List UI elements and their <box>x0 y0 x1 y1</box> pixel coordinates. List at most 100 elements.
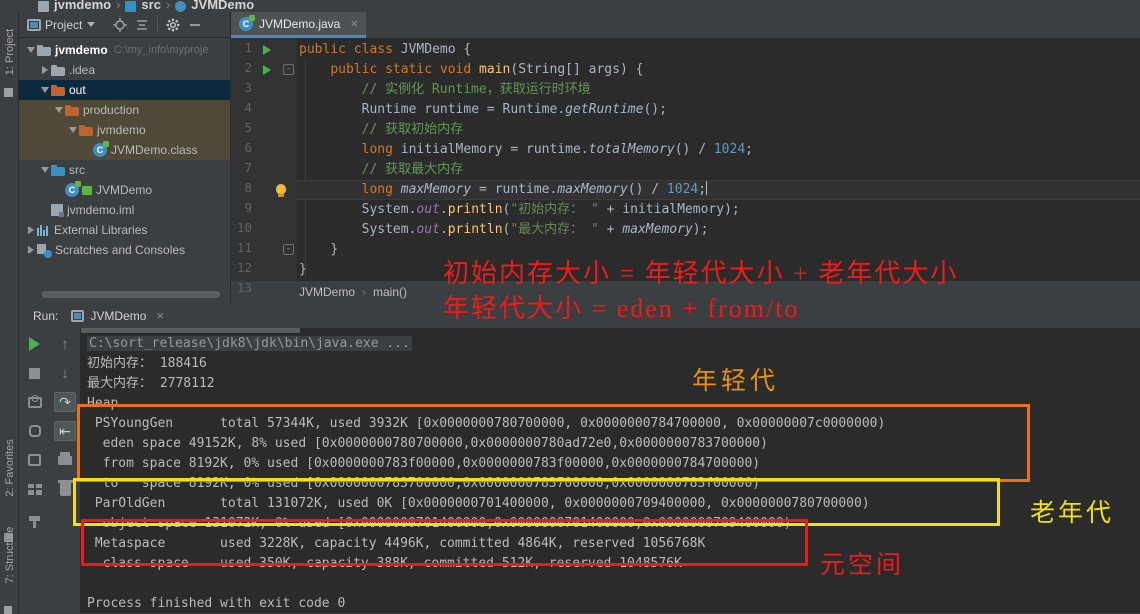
editor-area: C JVMDemo.java × 1 2 3 4 5 6 7 8 9 10 11 12 13- - pub… <box>231 12 1140 303</box>
project-view-selector[interactable]: Project <box>23 14 99 36</box>
locate-icon[interactable] <box>109 14 131 36</box>
layout-icon[interactable] <box>24 479 46 499</box>
console-output[interactable]: C:\sort_release\jdk8\jdk\bin\java.exe ..… <box>81 328 1140 613</box>
tree-item-jvmdemo[interactable]: jvmdemo <box>19 120 230 140</box>
gear-icon[interactable] <box>162 14 184 36</box>
code-editor[interactable]: 1 2 3 4 5 6 7 8 9 10 11 12 13- - public class JVMDemo… <box>231 38 1140 295</box>
fold-toggle-icon[interactable]: - <box>283 244 294 255</box>
pin-icon[interactable] <box>24 512 46 532</box>
tool-button-favorites[interactable]: 2: Favorites <box>4 439 16 497</box>
tree-twisty[interactable] <box>66 127 79 133</box>
code-line[interactable]: System.out.println("最大内存： " + maxMemory)… <box>299 220 709 240</box>
tree-item-production[interactable]: production <box>19 100 230 120</box>
java-class-icon <box>175 1 187 12</box>
tree-item-out[interactable]: out <box>19 80 230 100</box>
console-line: from space 8192K, 0% used [0x0000000783f… <box>87 456 761 471</box>
line-number: 11 <box>236 240 252 255</box>
code-line[interactable]: System.out.println("初始内存： " + initialMem… <box>299 200 740 220</box>
code-line[interactable]: } <box>299 260 307 280</box>
editor-tab-bar: C JVMDemo.java × <box>231 12 1140 38</box>
tree-item-jvmdemo-class[interactable]: C JVMDemo.class <box>19 140 230 160</box>
run-tab-jvmdemo[interactable]: JVMDemo × <box>71 308 164 323</box>
run-tool-window: Run: JVMDemo × ↑ ↓ ↷ ⇤ C:\sort_release\j… <box>19 303 1140 613</box>
chevron-down-icon[interactable] <box>54 107 63 113</box>
line-number: 7 <box>244 160 252 175</box>
breadcrumb-class[interactable]: JVMDemo <box>299 285 355 299</box>
editor-gutter[interactable]: 1 2 3 4 5 6 7 8 9 10 11 12 13- - <box>231 38 297 295</box>
tree-twisty[interactable] <box>24 246 37 254</box>
tree-twisty[interactable] <box>38 167 51 173</box>
project-toolbar-title: Project <box>45 17 83 32</box>
arrow-in-icon[interactable] <box>24 450 46 470</box>
tree-item-external-libraries[interactable]: External Libraries <box>19 220 230 240</box>
project-horizontal-scrollbar[interactable] <box>42 291 220 298</box>
print-icon[interactable] <box>54 450 76 470</box>
code-line[interactable]: } <box>299 240 338 260</box>
close-icon[interactable]: × <box>350 16 358 31</box>
code-line[interactable]: // 获取最大内存 <box>299 160 463 180</box>
line-number: 5 <box>244 120 252 135</box>
editor-tab-jvmdemo[interactable]: C JVMDemo.java × <box>231 12 366 38</box>
chevron-right-icon[interactable] <box>41 66 48 74</box>
chevron-down-icon[interactable] <box>40 87 49 93</box>
scroll-to-end-icon[interactable]: ⇤ <box>54 421 76 441</box>
folder-orange-icon <box>65 104 79 116</box>
code-line[interactable]: long initialMemory = runtime.totalMemory… <box>299 140 753 160</box>
run-gutter-icon[interactable] <box>263 65 271 75</box>
run-label: Run: <box>33 308 59 323</box>
chevron-down-icon[interactable] <box>26 47 35 53</box>
tree-twisty[interactable] <box>24 47 37 53</box>
tree-twisty[interactable] <box>38 87 51 93</box>
debug-icon[interactable] <box>24 421 46 441</box>
soft-wrap-icon[interactable]: ↷ <box>54 392 76 412</box>
tool-button-structure[interactable]: 7: Structure <box>4 526 16 584</box>
camera-icon[interactable] <box>24 392 46 412</box>
tree-item-jvmdemo[interactable]: C JVMDemo <box>19 180 230 200</box>
close-icon[interactable]: × <box>156 308 164 323</box>
breadcrumb-item-file[interactable]: JVMDemo <box>191 0 254 12</box>
console-line: 最大内存： 2778112 <box>87 376 215 391</box>
line-number: 8 <box>244 180 252 195</box>
tree-item-jvmdemo[interactable]: jvmdemo C:\my_info\myproje <box>19 40 230 60</box>
minimize-icon[interactable] <box>184 14 206 36</box>
clear-all-icon[interactable] <box>54 479 76 499</box>
code-line[interactable]: long maxMemory = runtime.maxMemory() / 1… <box>299 180 708 200</box>
tree-item-idea[interactable]: .idea <box>19 60 230 80</box>
tree-item-jvmdemo-iml[interactable]: jvmdemo.iml <box>19 200 230 220</box>
chevron-down-icon[interactable] <box>87 22 96 27</box>
collapse-all-icon[interactable] <box>131 14 153 36</box>
tree-item-scratches-and-consoles[interactable]: Scratches and Consoles <box>19 240 230 260</box>
tree-item-src[interactable]: src <box>19 160 230 180</box>
code-line[interactable]: // 实例化 Runtime，获取运行时环境 <box>299 80 591 100</box>
code-line[interactable]: public class JVMDemo { <box>299 40 471 60</box>
code-line[interactable]: Runtime runtime = Runtime.getRuntime(); <box>299 100 667 120</box>
chevron-down-icon[interactable] <box>68 127 77 133</box>
line-number: 13 <box>236 280 252 295</box>
tree-twisty[interactable] <box>38 66 51 74</box>
chevron-down-icon[interactable] <box>40 167 49 173</box>
run-gutter-icon[interactable] <box>263 45 271 55</box>
line-number: 3 <box>244 80 252 95</box>
console-scrollbar[interactable] <box>81 328 300 333</box>
rerun-icon[interactable] <box>24 334 46 354</box>
code-line[interactable]: // 获取初始内存 <box>299 120 463 140</box>
chevron-right-icon[interactable] <box>27 226 34 234</box>
code-line[interactable]: public static void main(String[] args) { <box>299 60 643 80</box>
breadcrumb-item-project[interactable]: jvmdemo <box>54 0 111 12</box>
code-lines[interactable]: public class JVMDemo { public static voi… <box>297 38 1140 281</box>
breadcrumb-item-src[interactable]: src <box>141 0 161 12</box>
fold-toggle-icon[interactable]: - <box>283 64 294 75</box>
chevron-right-icon[interactable] <box>27 246 34 254</box>
tree-twisty[interactable] <box>52 107 65 113</box>
scroll-up-icon[interactable]: ↑ <box>54 334 76 354</box>
left-tool-strip: 1: Project 2: Favorites 7: Structure <box>0 12 19 614</box>
tool-button-project[interactable]: 1: Project <box>4 26 16 78</box>
intention-bulb-icon[interactable] <box>276 184 286 197</box>
breadcrumb-method[interactable]: main() <box>373 285 407 299</box>
stop-icon[interactable] <box>24 363 46 383</box>
scroll-down-icon[interactable]: ↓ <box>54 363 76 383</box>
tree-twisty[interactable] <box>24 226 37 234</box>
project-tree[interactable]: jvmdemo C:\my_info\myproje .idea out product… <box>19 38 230 303</box>
libraries-icon <box>37 224 50 236</box>
tree-item-label: src <box>69 163 85 177</box>
